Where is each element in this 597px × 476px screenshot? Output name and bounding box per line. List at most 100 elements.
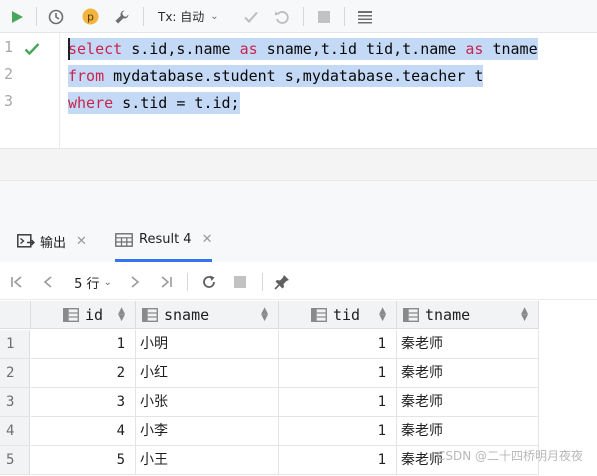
last-page-button[interactable] [156,272,176,292]
column-header-label: id [85,305,104,324]
cell-tid[interactable]: 1 [279,330,397,359]
results-tab-bar: 输出 ✕ Result 4 ✕ [0,220,597,262]
watermark: CSDN @二十四桥明月夜夜 [436,449,583,463]
table-icon [115,232,133,247]
cell-id[interactable]: 5 [31,446,136,475]
row-number[interactable]: 3 [0,388,30,417]
toolbar-separator [303,7,304,26]
cell-tname[interactable]: 秦老师 [397,359,539,388]
cell-sname[interactable]: 小红 [136,359,279,388]
settings-button[interactable] [111,5,133,28]
cell-tid[interactable]: 1 [279,417,397,446]
tab-result-label: Result 4 [139,232,192,247]
sql-text: s.tid = t.id; [113,94,240,112]
next-page-button[interactable] [125,272,145,292]
column-icon [311,307,327,322]
tab-result[interactable]: Result 4 ✕ [115,220,213,262]
profile-button[interactable]: p [79,5,101,28]
undo-icon [274,10,289,24]
stop-button[interactable] [313,5,335,28]
chevron-down-icon: ⌄ [210,11,219,22]
cell-tid[interactable]: 1 [279,359,397,388]
cell-id[interactable]: 3 [31,388,136,417]
close-icon[interactable]: ✕ [76,234,87,249]
tab-output-label: 输出 [40,235,67,251]
column-header-tname[interactable]: tname ▲ ▼ [397,301,539,329]
cell-tname[interactable]: 秦老师 [397,388,539,417]
close-icon[interactable]: ✕ [202,232,213,247]
line-number: 1 [4,38,14,56]
toolbar-separator [187,273,188,291]
stop-icon [318,10,330,23]
row-number[interactable]: 5 [0,446,30,475]
cell-sname[interactable]: 小王 [136,446,279,475]
profile-p-icon: p [82,8,98,25]
column-icon [63,307,79,322]
tx-mode-dropdown[interactable]: Tx: 自动 ⌄ [158,5,228,28]
tx-mode-label: Tx: 自动 [158,10,205,24]
stop-query-button[interactable] [229,272,251,292]
sql-keyword: as [465,40,484,58]
play-icon [12,10,23,23]
editor-gutter: 1 2 3 [0,33,60,148]
sort-icon[interactable]: ▲ ▼ [379,307,386,323]
first-page-button[interactable] [7,272,27,292]
pin-tab-button[interactable] [271,272,293,292]
page-size-dropdown[interactable]: 5 行 ⌄ [68,272,118,292]
panel-splitter[interactable] [0,180,597,220]
cell-sname[interactable]: 小张 [136,388,279,417]
column-header-sname[interactable]: sname ▲ ▼ [136,301,279,329]
sql-keyword: from [68,67,105,85]
sort-icon[interactable]: ▲ ▼ [118,307,125,323]
cell-id[interactable]: 4 [31,417,136,446]
last-page-icon [161,276,172,288]
column-header-tid[interactable]: tid ▲ ▼ [279,301,397,329]
rollback-button[interactable] [271,5,293,28]
history-button[interactable] [45,5,67,28]
table-view-button[interactable] [354,5,376,28]
toolbar-separator [262,273,263,291]
cell-sname[interactable]: 小明 [136,330,279,359]
sort-icon[interactable]: ▲ ▼ [521,307,528,323]
toolbar-separator [344,7,345,26]
column-icon [142,307,158,322]
cell-tname[interactable]: 秦老师 [397,417,539,446]
first-page-icon [11,276,22,288]
output-console-icon [17,234,35,248]
line-number: 3 [4,92,14,110]
sql-editor[interactable]: 1 2 3 select s.id,s.name as sname,t.id t… [0,33,597,148]
column-header-label: tid [333,305,361,324]
grid-corner [0,301,31,329]
sort-icon[interactable]: ▲ ▼ [261,307,268,323]
results-toolbar: 5 行 ⌄ [0,264,597,300]
refresh-button[interactable] [198,272,220,292]
cell-id[interactable]: 1 [31,330,136,359]
run-button[interactable] [6,5,28,28]
code-line-2: from mydatabase.student s,mydatabase.tea… [68,65,484,87]
row-number[interactable]: 4 [0,417,30,446]
toolbar-separator [36,7,37,26]
page-size-label: 5 行 [74,276,100,292]
previous-page-button[interactable] [38,272,58,292]
wrench-icon [115,10,129,23]
cell-tid[interactable]: 1 [279,388,397,417]
cell-tid[interactable]: 1 [279,446,397,475]
column-header-label: tname [425,305,471,324]
column-header-id[interactable]: id ▲ ▼ [31,301,136,329]
check-icon [244,11,258,23]
clock-icon [48,9,64,24]
sql-text: tname [483,40,538,58]
row-number[interactable]: 2 [0,359,30,388]
code-line-3: where s.tid = t.id; [68,92,240,114]
sql-keyword: as [239,40,258,58]
cell-sname[interactable]: 小李 [136,417,279,446]
commit-button[interactable] [240,5,262,28]
tab-output[interactable]: 输出 ✕ [17,220,87,262]
line-number: 2 [4,65,14,83]
sql-text: mydatabase.student s,mydatabase.teacher … [104,67,484,85]
row-number[interactable]: 1 [0,330,30,359]
sql-text: sname,t.id tid,t.name [257,40,466,58]
cell-id[interactable]: 2 [31,359,136,388]
chevron-right-icon [131,276,140,288]
cell-tname[interactable]: 秦老师 [397,330,539,359]
